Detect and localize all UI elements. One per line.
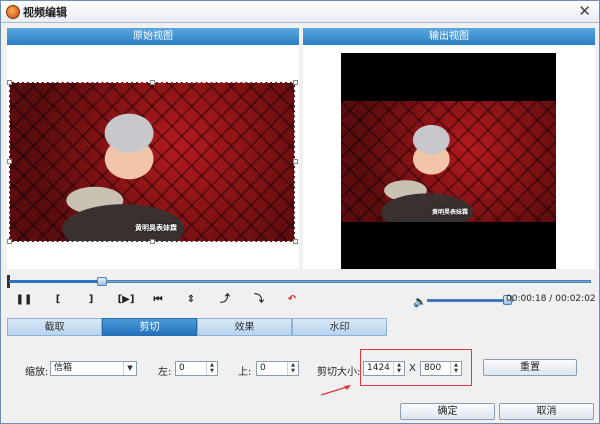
crop-handle-top-left[interactable] [7,80,12,85]
volume-track[interactable] [427,299,513,302]
spin-arrows-icon[interactable]: ▲ ▼ [287,362,298,375]
rotate-right-icon[interactable]: ⤵ [250,292,268,308]
play-segment-button[interactable]: [▶] [114,292,138,308]
rotate-left-icon[interactable]: ⤴ [216,292,234,308]
crop-handle-right[interactable] [293,159,298,164]
undo-icon[interactable]: ↶ [283,292,301,308]
time-current: 00:00:18 [506,294,547,304]
time-total: 00:02:02 [555,294,596,304]
crop-handle-top[interactable] [150,80,155,85]
tab-crop[interactable]: 剪切 [102,318,197,336]
time-separator: / [549,294,553,304]
zoom-select-value: 信箱 [54,363,73,373]
pause-button[interactable]: ❚❚ [15,292,33,308]
mark-in-button[interactable]: [ [49,292,67,308]
tab-watermark[interactable]: 水印 [292,318,387,336]
crop-handle-left[interactable] [7,159,12,164]
edit-tabs: 截取 剪切 效果 水印 [7,318,593,336]
tab-effect[interactable]: 效果 [197,318,292,336]
chevron-down-icon[interactable]: ▼ [123,362,136,375]
output-letterbox: 黄明昊表妹霖 [341,53,556,269]
top-offset-value: 0 [260,363,266,373]
video-caption: 黄明昊表妹霖 [135,224,177,232]
video-edit-window: 视频编辑 ✕ 原始视图 输出视图 黄明昊表妹霖 黄明昊表妹霖 ❚❚ [] [▶… [0,0,600,424]
seek-bar[interactable] [7,275,591,288]
zoom-select[interactable]: 信箱 ▼ [50,361,137,376]
prev-frame-button[interactable]: ⏮ [149,292,167,308]
output-video-scene [341,101,556,222]
crop-handle-top-right[interactable] [293,80,298,85]
left-offset-stepper[interactable]: 0 ▲ ▼ [175,361,218,376]
output-view-panel: 黄明昊表妹霖 [303,45,595,269]
zoom-label: 缩放: [25,367,49,378]
seek-thumb[interactable] [97,277,108,286]
mark-out-button[interactable]: ] [82,292,100,308]
left-offset-value: 0 [179,363,185,373]
ok-button[interactable]: 确定 [400,403,495,420]
top-offset-stepper[interactable]: 0 ▲ ▼ [256,361,299,376]
reset-button[interactable]: 重置 [483,359,577,376]
crop-handle-bottom[interactable] [150,239,155,244]
original-view-header: 原始视图 [7,28,299,45]
time-readout: 00:00:18 / 00:02:02 [506,294,596,304]
original-video-frame[interactable]: 黄明昊表妹霖 [9,82,295,242]
highlight-box [360,349,472,386]
cancel-button[interactable]: 取消 [499,403,594,420]
crop-size-label: 剪切大小: [317,367,361,378]
top-offset-label: 上: [238,367,252,378]
crop-handle-bottom-left[interactable] [7,239,12,244]
original-view-panel: 黄明昊表妹霖 [7,45,299,269]
close-icon[interactable]: ✕ [578,2,591,20]
output-video-frame: 黄明昊表妹霖 [341,101,556,222]
title-bar: 视频编辑 ✕ [1,1,599,23]
crop-handle-bottom-right[interactable] [293,239,298,244]
spin-arrows-icon[interactable]: ▲ ▼ [206,362,217,375]
speaker-icon[interactable]: 🔈 [413,295,427,308]
video-scene [9,82,295,242]
window-title: 视频编辑 [23,6,67,19]
annotation-arrow-icon [320,385,351,396]
app-icon [6,5,20,19]
output-video-caption: 黄明昊表妹霖 [432,209,469,216]
flip-vertical-icon[interactable]: ⇕ [182,292,200,308]
seek-progress-fill [9,280,103,283]
left-offset-label: 左: [158,367,172,378]
output-view-header: 输出视图 [303,28,595,45]
tab-trim[interactable]: 截取 [7,318,102,336]
